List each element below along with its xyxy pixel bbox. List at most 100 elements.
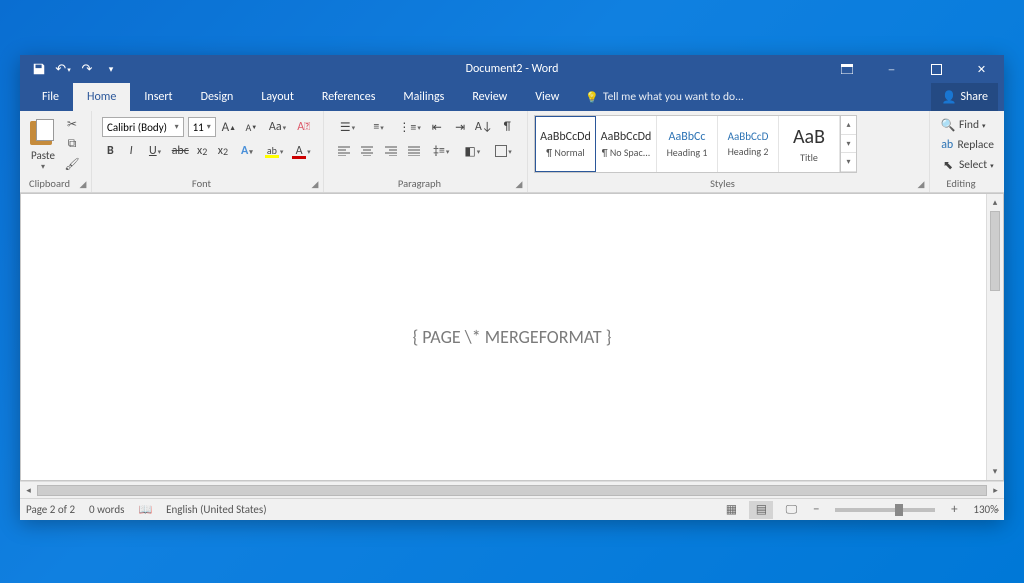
font-size-combo[interactable]: 11 ▾ [188,117,216,137]
scroll-thumb[interactable] [990,211,1000,291]
underline-button[interactable]: U▾ [143,141,166,161]
style-no-spacing[interactable]: AaBbCcDd ¶ No Spac... [596,116,657,172]
ribbon-display-button[interactable] [824,55,869,83]
numbering-button[interactable]: ≡▾ [365,117,392,137]
tab-home[interactable]: Home [73,83,130,111]
zoom-handle[interactable] [895,504,903,516]
align-right-button[interactable] [381,141,400,161]
justify-button[interactable] [404,141,423,161]
highlight-button[interactable]: ab▾ [263,141,286,161]
subscript-button[interactable]: x2 [194,141,211,161]
save-button[interactable] [28,58,50,80]
styles-launcher[interactable]: ◢ [915,178,927,190]
show-hide-button[interactable]: ¶ [498,117,517,137]
style-heading-2[interactable]: AaBbCcD Heading 2 [718,116,779,172]
styles-expand[interactable]: ▾ [841,153,856,172]
vertical-scrollbar[interactable]: ▴ ▾ [986,194,1003,480]
styles-scroll-up[interactable]: ▴ [841,116,856,135]
document-page[interactable]: { PAGE \* MERGEFORMAT } [21,194,1003,480]
align-center-button[interactable] [357,141,376,161]
titlebar: ↶▾ ↷ ▾ Document2 - Word ─ ✕ [20,55,1004,83]
spell-check-icon[interactable]: 📖 [138,503,152,516]
tell-me-search[interactable]: 💡 Tell me what you want to do... [585,83,744,111]
zoom-in-button[interactable]: + [947,502,961,517]
line-spacing-button[interactable]: ‡≡▾ [428,141,455,161]
scroll-right-button[interactable]: ▸ [987,482,1004,499]
web-layout-button[interactable]: 🖵 [779,501,803,519]
tab-file[interactable]: File [28,83,73,111]
text-effects-button[interactable]: A▾ [235,141,258,161]
read-mode-button[interactable]: ▦ [719,501,743,519]
bullets-button[interactable]: ☰▾ [334,117,361,137]
strikethrough-button[interactable]: abc [171,141,190,161]
group-paragraph: ☰▾ ≡▾ ⋮≡▾ ⇤ ⇥ A↓ ¶ ‡≡▾ ◧▾ ▾ [324,111,528,192]
select-button[interactable]: ⬉ Select ▾ [940,155,994,175]
bold-button[interactable]: B [102,141,119,161]
window-controls: ─ ✕ [824,55,1004,83]
print-layout-button[interactable]: ▤ [749,501,773,519]
replace-button[interactable]: ab Replace [940,135,994,155]
sort-button[interactable]: A↓ [474,117,494,137]
replace-icon: ab [940,138,954,152]
change-case-button[interactable]: Aa▾ [265,117,291,137]
tab-layout[interactable]: Layout [247,83,308,111]
zoom-slider[interactable] [835,508,935,512]
share-label: Share [960,90,988,104]
redo-button[interactable]: ↷ [76,58,98,80]
find-label: Find [959,118,979,132]
scroll-left-button[interactable]: ◂ [20,482,37,499]
minimize-button[interactable]: ─ [869,55,914,83]
shrink-font-button[interactable]: A▼ [242,117,261,137]
style-normal[interactable]: AaBbCcDd ¶ Normal [535,116,596,172]
shading-button[interactable]: ◧▾ [459,141,486,161]
collapse-ribbon-button[interactable]: ˄ [995,505,1000,518]
increase-indent-button[interactable]: ⇥ [450,117,469,137]
style-title[interactable]: AaB Title [779,116,840,172]
ribbon: Paste ▾ ✂ ⧉ 🖌 Clipboard ◢ Calibri (Body)… [20,111,1004,193]
decrease-indent-button[interactable]: ⇤ [427,117,446,137]
clear-formatting-button[interactable]: A⃠ [294,117,313,137]
superscript-button[interactable]: x2 [215,141,232,161]
tab-review[interactable]: Review [458,83,521,111]
font-color-button[interactable]: A▾ [290,141,313,161]
qat-customize-button[interactable]: ▾ [100,58,122,80]
tab-mailings[interactable]: Mailings [389,83,458,111]
word-count[interactable]: 0 words [89,503,124,516]
tab-design[interactable]: Design [187,83,248,111]
cut-button[interactable]: ✂ [64,116,80,132]
grow-font-button[interactable]: A▲ [220,117,239,137]
clipboard-launcher[interactable]: ◢ [77,178,89,190]
style-heading-1[interactable]: AaBbCc Heading 1 [657,116,718,172]
tab-references[interactable]: References [308,83,390,111]
style-name-label: Heading 2 [728,145,769,158]
multilevel-list-button[interactable]: ⋮≡▾ [396,117,423,137]
scroll-track[interactable] [987,211,1003,463]
align-left-button[interactable] [334,141,353,161]
tab-insert[interactable]: Insert [130,83,186,111]
font-name-combo[interactable]: Calibri (Body) ▾ [102,117,184,137]
page-status[interactable]: Page 2 of 2 [26,503,75,516]
close-button[interactable]: ✕ [959,55,1004,83]
scroll-up-button[interactable]: ▴ [987,194,1003,211]
scroll-down-button[interactable]: ▾ [987,463,1003,480]
paste-button[interactable]: Paste ▾ [24,113,62,178]
maximize-button[interactable] [914,55,959,83]
hscroll-track[interactable] [37,482,987,499]
word-window: ↶▾ ↷ ▾ Document2 - Word ─ ✕ File Home In… [20,55,1004,520]
font-launcher[interactable]: ◢ [309,178,321,190]
copy-button[interactable]: ⧉ [64,136,80,152]
zoom-out-button[interactable]: − [809,502,823,517]
hscroll-thumb[interactable] [37,485,987,496]
paragraph-launcher[interactable]: ◢ [513,178,525,190]
find-button[interactable]: 🔍 Find ▾ [940,115,994,135]
horizontal-scrollbar[interactable]: ◂ ▸ [20,481,1004,498]
font-group-label: Font [92,175,311,192]
borders-button[interactable]: ▾ [490,141,517,161]
undo-button[interactable]: ↶▾ [52,58,74,80]
language-status[interactable]: English (United States) [166,503,266,516]
tab-view[interactable]: View [521,83,573,111]
styles-scroll-down[interactable]: ▾ [841,135,856,154]
share-button[interactable]: 👤 Share [931,83,998,111]
italic-button[interactable]: I [123,141,140,161]
format-painter-button[interactable]: 🖌 [64,156,80,172]
